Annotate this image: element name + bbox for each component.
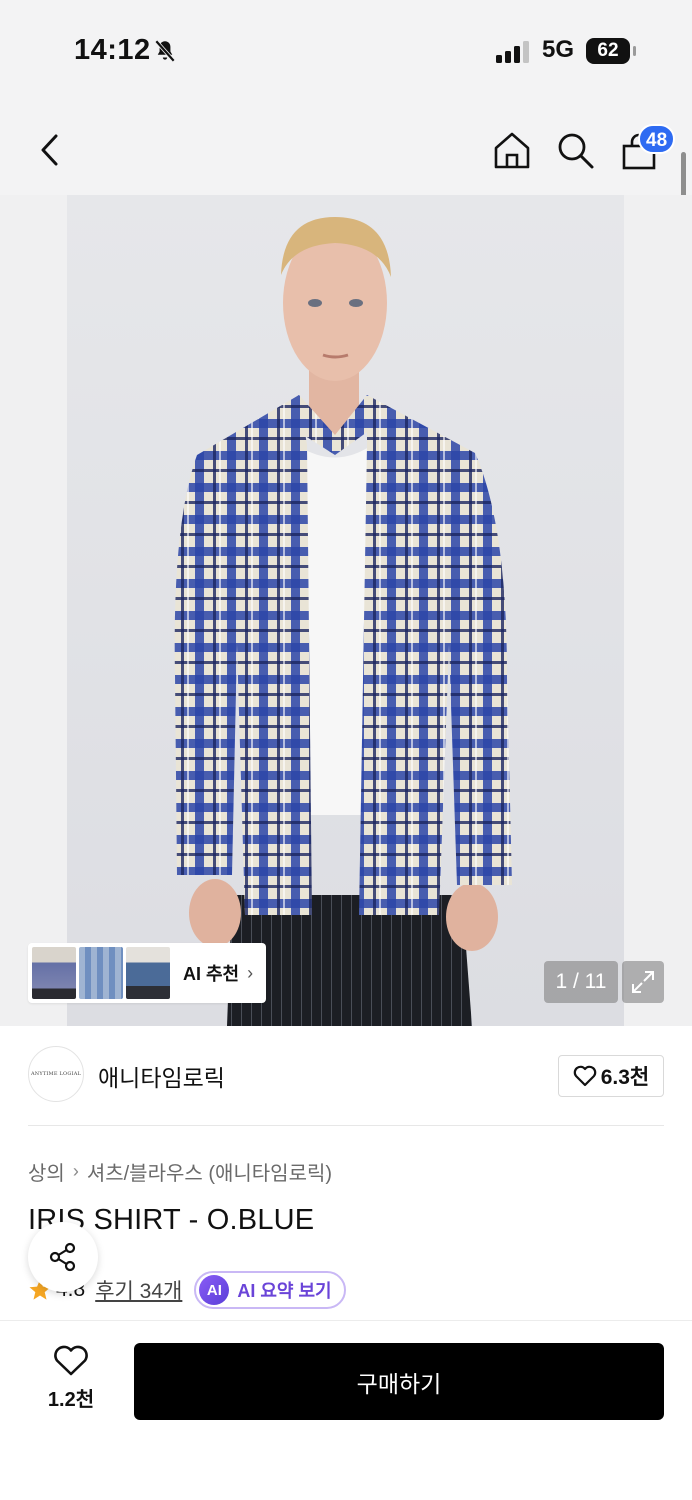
product-photo[interactable] bbox=[67, 195, 624, 1026]
brand-like-count: 6.3천 bbox=[600, 1066, 650, 1089]
reviews-link[interactable]: 후기 34개 bbox=[95, 1275, 182, 1305]
search-icon[interactable] bbox=[553, 128, 597, 172]
ai-recommend-label: AI 추천 bbox=[183, 964, 240, 984]
share-icon bbox=[49, 1242, 76, 1272]
breadcrumb: 상의 › 셔츠/블라우스 (애니타임로릭) bbox=[28, 1157, 332, 1186]
ai-badge-icon: AI bbox=[199, 1275, 230, 1305]
image-counter: 1 / 11 bbox=[544, 961, 618, 1003]
back-icon[interactable] bbox=[28, 128, 72, 172]
bottom-action-bar: 1.2천 구매하기 bbox=[0, 1320, 692, 1500]
battery-icon: 62 bbox=[586, 38, 636, 64]
status-bar: 14:12 5G 62 bbox=[0, 0, 692, 100]
brand-row[interactable]: ANYTIME LOGIAL 애니타임로릭 6.3천 bbox=[0, 1026, 692, 1126]
reco-thumbnail[interactable] bbox=[126, 947, 170, 999]
reco-thumbnail[interactable] bbox=[79, 947, 123, 999]
brand-like-button[interactable]: 6.3천 bbox=[558, 1055, 664, 1097]
chevron-right-icon: › bbox=[247, 962, 254, 983]
expand-icon[interactable] bbox=[622, 961, 664, 1003]
reco-thumbnail[interactable] bbox=[32, 947, 76, 999]
ai-summary-button[interactable]: AI AI 요약 보기 bbox=[194, 1271, 346, 1309]
chevron-right-icon: › bbox=[72, 1161, 79, 1181]
model-illustration bbox=[174, 217, 512, 1026]
buy-button[interactable]: 구매하기 bbox=[134, 1343, 664, 1420]
heart-icon bbox=[54, 1345, 88, 1376]
status-time: 14:12 bbox=[74, 34, 151, 66]
wishlist-count: 1.2천 bbox=[47, 1389, 95, 1411]
cellular-signal-icon bbox=[496, 41, 529, 63]
heart-icon bbox=[573, 1065, 597, 1087]
network-type: 5G bbox=[542, 36, 575, 63]
brand-name[interactable]: 애니타임로릭 bbox=[98, 1059, 225, 1093]
breadcrumb-item[interactable]: 상의 bbox=[28, 1157, 65, 1186]
home-icon[interactable] bbox=[490, 128, 534, 172]
share-button[interactable] bbox=[28, 1222, 98, 1292]
cart-count-badge: 48 bbox=[638, 124, 676, 154]
ai-recommend-button[interactable]: AI 추천 › bbox=[28, 943, 266, 1003]
product-gallery[interactable]: AI 추천 › 1 / 11 bbox=[0, 195, 692, 1026]
brand-logo-text: ANYTIME LOGIAL bbox=[30, 1071, 82, 1077]
silent-bell-icon bbox=[154, 39, 176, 63]
top-nav bbox=[0, 100, 692, 195]
wishlist-button[interactable]: 1.2천 bbox=[30, 1345, 112, 1415]
divider bbox=[28, 1125, 664, 1126]
ai-summary-label: AI 요약 보기 bbox=[237, 1281, 332, 1301]
brand-logo[interactable]: ANYTIME LOGIAL bbox=[28, 1046, 84, 1102]
breadcrumb-item[interactable]: 셔츠/블라우스 (애니타임로릭) bbox=[87, 1157, 332, 1186]
